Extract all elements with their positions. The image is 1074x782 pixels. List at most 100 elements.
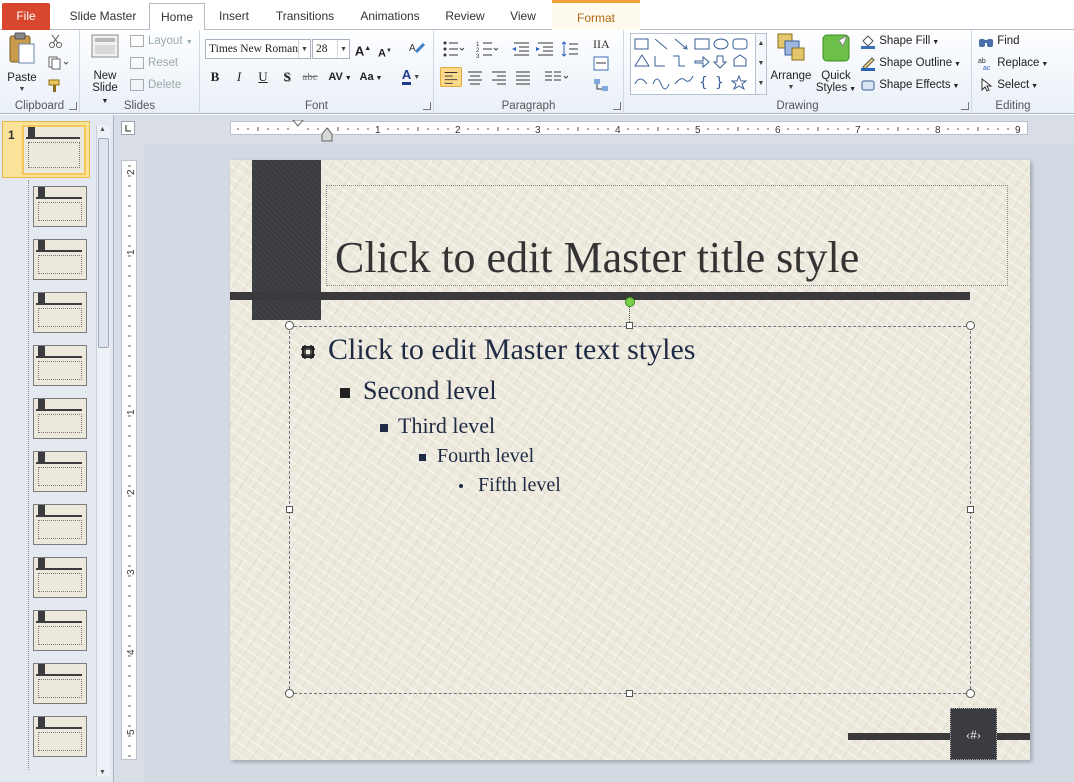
shrink-font-button[interactable]: A▼ [375,41,395,61]
increase-indent-icon[interactable] [534,39,556,59]
tab-format[interactable]: Format [552,0,640,30]
scroll-down-arrow[interactable]: ▼ [99,769,106,776]
text-direction-icon[interactable]: IIA [592,33,614,53]
font-color-button[interactable]: A ▼ [396,65,426,85]
font-name-dropdown-icon[interactable]: ▼ [298,40,310,58]
layout-thumbnail[interactable] [33,610,87,651]
justify-icon[interactable] [512,67,534,87]
shape-fill-button[interactable]: Shape Fill ▼ [860,31,939,51]
shapes-gallery[interactable]: { } [630,33,764,95]
tab-transitions[interactable]: Transitions [265,3,345,30]
resize-handle-right[interactable] [967,506,974,513]
text-shadow-button[interactable]: S [277,67,297,87]
layout-thumbnail[interactable] [33,716,87,757]
layout-thumbnail[interactable] [33,504,87,545]
font-size-combo[interactable]: 28 ▼ [312,39,350,59]
level2-text[interactable]: Second level [363,376,497,406]
line-spacing-icon[interactable] [560,39,582,59]
reset-button[interactable]: Reset [130,53,178,73]
tab-view[interactable]: View [500,3,546,30]
level3-text[interactable]: Third level [398,413,495,439]
select-button[interactable]: Select ▼ [978,75,1038,95]
align-center-icon[interactable] [464,67,486,87]
layout-thumbnail[interactable] [33,557,87,598]
numbering-icon[interactable]: 123 [476,39,498,59]
layout-thumbnail[interactable] [33,451,87,492]
resize-handle-top[interactable] [626,322,633,329]
strikethrough-button[interactable]: abc [300,67,320,87]
level4-text[interactable]: Fourth level [437,445,534,468]
tab-selector[interactable] [121,121,135,135]
thumbnail-scroll-thumb[interactable] [98,138,109,348]
font-name-combo[interactable]: Times New Roman ▼ [205,39,311,59]
character-spacing-button[interactable]: AV ▼ [326,67,354,87]
level1-text[interactable]: Click to edit Master text styles [328,333,695,367]
change-case-button[interactable]: Aa ▼ [358,67,384,87]
quick-styles-button[interactable]: Quick Styles ▼ [814,32,858,96]
clipboard-launcher[interactable] [69,102,77,110]
slide-master-thumbnail[interactable] [22,125,86,175]
paste-button[interactable]: Paste ▼ [4,32,40,96]
layout-thumbnail[interactable] [33,345,87,386]
layout-thumbnail[interactable] [33,663,87,704]
hanging-indent-marker[interactable] [320,127,334,143]
italic-button[interactable]: I [229,67,249,87]
tab-home[interactable]: Home [149,3,205,31]
resize-handle-top-right[interactable] [966,321,975,330]
align-text-icon[interactable] [592,54,614,74]
shapes-gallery-scroll[interactable]: ▲ ▼ ▼ [755,33,767,95]
font-size-dropdown-icon[interactable]: ▼ [337,40,349,58]
rotation-handle[interactable] [625,297,635,307]
tab-slide-master[interactable]: Slide Master [60,3,146,30]
level5-text[interactable]: Fifth level [478,474,561,497]
copy-icon[interactable] [48,56,70,70]
font-launcher[interactable] [423,102,431,110]
layout-thumbnail[interactable] [33,239,87,280]
clear-formatting-button[interactable]: A [407,39,427,59]
body-text-placeholder[interactable]: Click to edit Master text styles Second … [289,326,971,694]
cut-icon[interactable] [48,34,64,48]
underline-button[interactable]: U [253,67,273,87]
drawing-launcher[interactable] [961,102,969,110]
resize-handle-left[interactable] [286,506,293,513]
align-left-button[interactable] [440,67,462,87]
grow-font-button[interactable]: A▲ [353,39,373,59]
convert-to-smartart-icon[interactable] [592,76,614,96]
delete-button[interactable]: Delete [130,75,181,95]
title-placeholder[interactable]: Click to edit Master title style [326,185,1008,286]
new-slide-button[interactable]: New Slide ▼ [88,32,122,108]
tab-animations[interactable]: Animations [350,3,430,30]
layout-thumbnail[interactable] [33,292,87,333]
shape-outline-button[interactable]: Shape Outline ▼ [860,53,961,73]
align-right-icon[interactable] [488,67,510,87]
layout-button[interactable]: Layout ▼ [130,31,193,51]
format-painter-icon[interactable] [48,78,64,92]
arrange-dropdown-arrow[interactable]: ▼ [770,82,812,94]
scroll-up-arrow[interactable]: ▲ [99,126,106,133]
paragraph-launcher[interactable] [613,102,621,110]
shape-effects-button[interactable]: Shape Effects ▼ [860,75,959,95]
bullets-icon[interactable] [442,39,464,59]
decrease-indent-icon[interactable] [510,39,532,59]
replace-button[interactable]: ab ac Replace ▼ [978,53,1048,73]
thumbnail-scrollbar[interactable]: ▲ ▼ [96,126,110,776]
bold-button[interactable]: B [205,67,225,87]
slide-number-placeholder[interactable]: ‹#› [950,708,997,760]
resize-handle-bottom[interactable] [626,690,633,697]
resize-handle-bottom-right[interactable] [966,689,975,698]
title-text[interactable]: Click to edit Master title style [335,232,859,283]
indent-markers[interactable] [291,120,305,142]
paste-dropdown-arrow[interactable]: ▼ [4,84,40,96]
columns-icon[interactable] [542,67,570,87]
vertical-ruler[interactable]: 2 1 1 2 3 4 5 [121,160,137,760]
tab-review[interactable]: Review [436,3,494,30]
layout-thumbnail[interactable] [33,398,87,439]
tab-insert[interactable]: Insert [208,3,260,30]
find-button[interactable]: Find [978,31,1020,51]
tab-file[interactable]: File [2,3,50,30]
layout-thumbnail[interactable] [33,186,87,227]
resize-handle-top-left[interactable] [285,321,294,330]
arrange-button[interactable]: Arrange ▼ [770,32,812,94]
resize-handle-bottom-left[interactable] [285,689,294,698]
horizontal-ruler[interactable]: 1 2 3 4 5 6 7 8 9 [230,121,1028,136]
